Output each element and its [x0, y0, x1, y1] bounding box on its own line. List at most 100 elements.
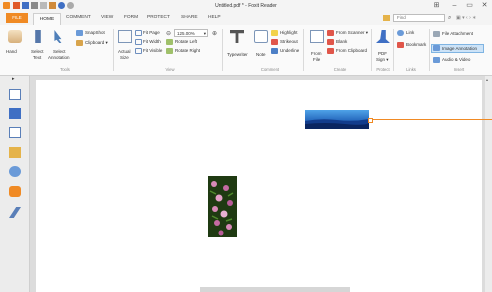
pdf-sign-label-1: PDF	[378, 51, 387, 56]
strikeout-button[interactable]: Strikeout	[280, 39, 298, 44]
rotate-right-icon[interactable]	[166, 48, 173, 54]
from-file-label-2: File	[313, 57, 321, 62]
strikeout-icon[interactable]	[271, 39, 278, 45]
hand-label: Hand	[6, 49, 17, 54]
image-annotation-icon	[433, 45, 440, 51]
tab-protect[interactable]: PROTECT	[147, 15, 170, 20]
actual-size-label-1: Actual	[118, 49, 131, 54]
minimize-icon[interactable]: ‒	[450, 2, 459, 10]
audio-video-icon[interactable]	[433, 57, 440, 63]
bookmark-icon[interactable]	[397, 42, 404, 48]
from-scanner-button[interactable]: From Scanner ▾	[336, 30, 368, 36]
group-label-create: Create	[333, 67, 347, 72]
note-icon[interactable]	[254, 30, 268, 43]
highlight-icon[interactable]	[271, 30, 278, 36]
snapshot-button[interactable]: SnapShot	[85, 30, 105, 35]
clipboard-button[interactable]: Clipboard ▾	[85, 40, 108, 46]
image-annotation-label: Image Annotation	[442, 46, 478, 51]
ribbon-separator	[113, 29, 114, 71]
rotate-left-button[interactable]: Rotate Left	[175, 39, 197, 44]
search-options-icon[interactable]: ▣ ▾ ‹ › ∗	[456, 15, 476, 21]
from-file-label-1: From	[311, 51, 322, 56]
typewriter-button[interactable]: Typewriter	[227, 52, 248, 57]
tab-comment[interactable]: COMMENT	[66, 15, 91, 20]
zoom-in-icon[interactable]: ⊕	[212, 30, 217, 37]
tab-file[interactable]: FILE	[6, 13, 28, 23]
close-icon[interactable]: ✕	[480, 2, 489, 10]
scanner-icon[interactable]	[327, 30, 334, 36]
fit-page-button[interactable]: Fit Page	[143, 30, 160, 35]
fit-page-icon[interactable]	[135, 30, 142, 36]
select-annotation-label-1: Select	[53, 49, 66, 54]
pages-panel-icon[interactable]	[9, 108, 21, 119]
window-title: Untitled.pdf * - Foxit Reader	[215, 3, 277, 9]
file-attachment-button[interactable]: File Attachment	[442, 31, 473, 36]
group-label-comment: Comment	[260, 67, 280, 72]
zoom-field[interactable]: 125.00% ▾	[174, 29, 208, 37]
blank-icon[interactable]	[327, 39, 334, 45]
search-icon[interactable]: ⌕	[448, 15, 451, 22]
rotate-right-button[interactable]: Rotate Right	[175, 48, 200, 53]
resize-handle[interactable]	[368, 118, 373, 123]
document-page[interactable]	[36, 80, 482, 292]
user-icon[interactable]	[383, 15, 390, 21]
pdf-sign-label-2[interactable]: Sign ▾	[376, 57, 389, 63]
underline-button[interactable]: Underline	[280, 48, 299, 53]
snapshot-icon[interactable]	[76, 30, 83, 36]
fit-visible-button[interactable]: Fit Visible	[143, 48, 162, 53]
hand-icon[interactable]	[8, 30, 22, 43]
from-clipboard-button[interactable]: From Clipboard	[336, 48, 367, 53]
restore-icon[interactable]: ▭	[465, 2, 474, 10]
from-clipboard-icon[interactable]	[327, 48, 334, 54]
group-label-tools: Tools	[60, 67, 70, 72]
bookmark-button[interactable]: Bookmark	[406, 42, 426, 47]
tab-form[interactable]: FORM	[124, 15, 138, 20]
audio-video-button[interactable]: Audio & Video	[442, 57, 470, 62]
flower-image-annotation[interactable]	[208, 176, 237, 237]
from-file-icon[interactable]	[310, 30, 324, 43]
clipboard-icon[interactable]	[76, 40, 83, 46]
actual-size-icon[interactable]	[118, 30, 132, 43]
zoom-out-icon[interactable]: ⊖	[166, 30, 171, 37]
link-icon[interactable]	[397, 30, 404, 36]
group-label-view: View	[165, 67, 175, 72]
tab-home[interactable]: HOME	[33, 13, 61, 25]
layers-panel-icon[interactable]	[9, 127, 21, 138]
ribbon-options-icon[interactable]: ⊞	[432, 2, 441, 10]
tab-share[interactable]: SHARE	[181, 15, 198, 20]
search-input[interactable]	[393, 14, 445, 22]
security-panel-icon[interactable]	[9, 186, 21, 197]
ribbon-separator	[429, 29, 430, 71]
ocean-image-annotation[interactable]	[305, 110, 369, 129]
vertical-scrollbar[interactable]	[485, 76, 492, 292]
rotate-left-icon[interactable]	[166, 39, 173, 45]
fit-width-icon[interactable]	[135, 39, 142, 45]
annotation-leader-line	[370, 119, 492, 120]
blank-button[interactable]: Blank	[336, 39, 347, 44]
tab-help[interactable]: HELP	[208, 15, 221, 20]
fit-width-button[interactable]: Fit Width	[143, 39, 161, 44]
note-button[interactable]: Note	[256, 52, 266, 57]
file-attachment-icon[interactable]	[433, 31, 440, 37]
status-bar	[200, 287, 350, 292]
underline-icon[interactable]	[271, 48, 278, 54]
group-label-insert: Insert	[453, 67, 465, 72]
tab-view[interactable]: VIEW	[101, 15, 113, 20]
scroll-up-icon[interactable]: ▴	[486, 77, 488, 82]
ribbon-separator	[222, 29, 223, 71]
zoom-value: 125.00%	[177, 31, 195, 36]
actual-size-label-2: Size	[120, 55, 129, 60]
zoom-dropdown-icon[interactable]: ▾	[204, 31, 206, 37]
comments-panel-icon[interactable]	[9, 147, 21, 158]
bookmark-panel-icon[interactable]	[9, 89, 21, 100]
fit-visible-icon[interactable]	[135, 48, 142, 54]
group-label-links: Links	[406, 67, 416, 72]
panel-expand-icon[interactable]: ▸	[12, 76, 15, 82]
ribbon-separator	[303, 29, 304, 71]
link-button[interactable]: Link	[406, 30, 414, 35]
highlight-button[interactable]: Highlight	[280, 30, 298, 35]
ribbon-separator	[371, 29, 372, 71]
select-annotation-label-2: Annotation	[48, 55, 70, 60]
attachments-panel-icon[interactable]	[9, 166, 21, 177]
select-text-label-2: Text	[33, 55, 42, 60]
